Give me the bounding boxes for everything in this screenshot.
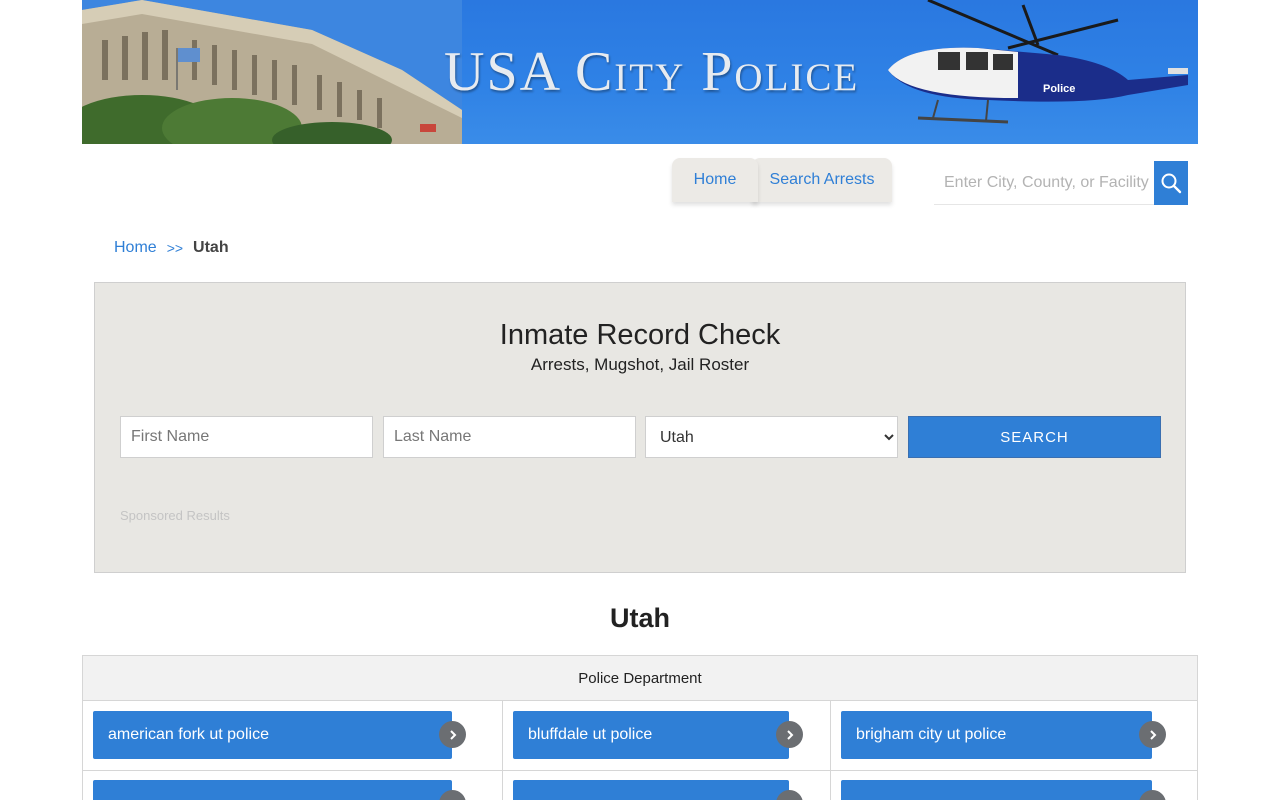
city-search	[934, 161, 1188, 205]
column-divider	[502, 701, 503, 800]
breadcrumb-home-link[interactable]: Home	[114, 239, 157, 257]
inmate-record-check-panel: Inmate Record Check Arrests, Mugshot, Ja…	[94, 282, 1186, 573]
police-department-table: Police Department american fork ut polic…	[82, 655, 1198, 800]
chevron-right-icon[interactable]	[776, 721, 803, 748]
breadcrumb-separator: >>	[166, 240, 184, 256]
chevron-right-icon[interactable]	[439, 721, 466, 748]
table-header: Police Department	[83, 656, 1197, 701]
breadcrumb: Home >> Utah	[114, 239, 229, 257]
search-button[interactable]: SEARCH	[908, 416, 1161, 458]
first-name-field[interactable]	[120, 416, 373, 458]
site-title: USA City Police	[444, 41, 860, 103]
link-label: american fork ut police	[108, 726, 269, 743]
link-next-row[interactable]	[841, 780, 1152, 800]
link-bluffdale-ut-police[interactable]: bluffdale ut police	[513, 711, 789, 759]
city-search-input[interactable]	[934, 161, 1154, 205]
last-name-field[interactable]	[383, 416, 636, 458]
panel-title: Inmate Record Check	[499, 319, 781, 351]
state-select[interactable]: Utah	[645, 416, 898, 458]
link-label: bluffdale ut police	[528, 726, 653, 743]
link-brigham-city-ut-police[interactable]: brigham city ut police	[841, 711, 1152, 759]
site-banner: USA City Police Police	[82, 0, 1198, 144]
helicopter-label: Police	[1043, 83, 1075, 95]
link-next-row[interactable]	[93, 780, 452, 800]
helicopter-image: Police	[888, 0, 1188, 124]
tab-home[interactable]: Home	[672, 158, 758, 202]
tab-search-arrests[interactable]: Search Arrests	[752, 158, 892, 202]
row-divider	[83, 770, 1197, 771]
panel-subtitle: Arrests, Mugshot, Jail Roster	[530, 355, 750, 374]
breadcrumb-current: Utah	[193, 239, 229, 256]
link-american-fork-ut-police[interactable]: american fork ut police	[93, 711, 452, 759]
state-heading: Utah	[610, 603, 670, 633]
building-image	[82, 0, 462, 144]
city-search-button[interactable]	[1154, 161, 1188, 205]
sponsored-results-label: Sponsored Results	[120, 508, 230, 523]
link-label: brigham city ut police	[856, 726, 1007, 743]
chevron-right-icon[interactable]	[1139, 721, 1166, 748]
link-next-row[interactable]	[513, 780, 789, 800]
column-divider	[830, 701, 831, 800]
search-icon	[1161, 173, 1182, 194]
